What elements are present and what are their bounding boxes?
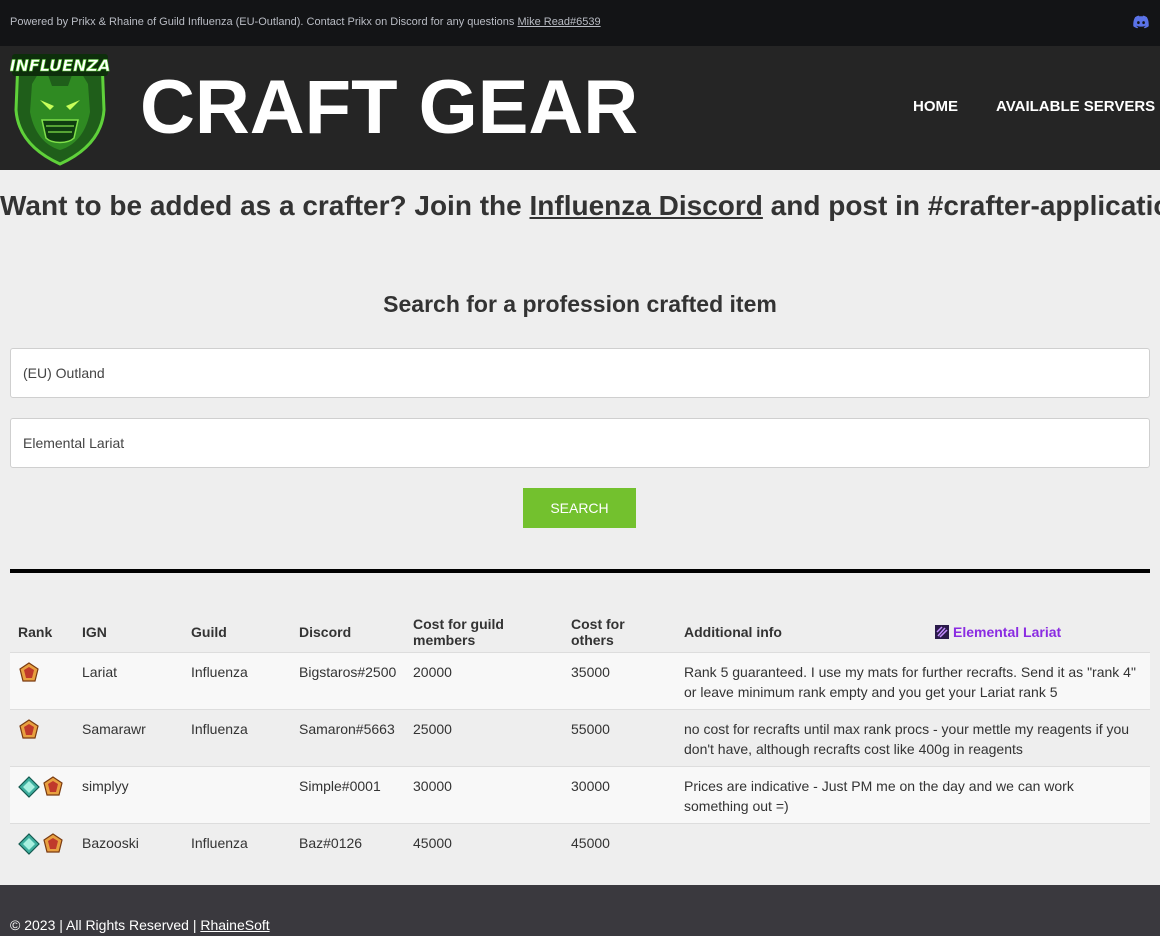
rank-5-icon (19, 661, 39, 682)
col-discord: Discord (299, 623, 352, 640)
powered-by-label: Powered by Prikx & Rhaine of Guild Influ… (10, 16, 515, 28)
rhainesoft-link[interactable]: RhaineSoft (200, 917, 269, 933)
site-title: CRAFT GEAR (140, 65, 639, 150)
cost-guild-cell: 45000 (405, 822, 563, 880)
ign-cell: simplyy (74, 765, 183, 823)
cost-others-cell: 55000 (563, 708, 676, 766)
rank-5-icon (19, 718, 39, 739)
site-footer: © 2023 | All Rights Reserved | RhaineSof… (0, 885, 1160, 936)
contact-link[interactable]: Mike Read#6539 (517, 16, 600, 28)
rank-5-icon (43, 832, 63, 853)
rank-5-icon (43, 775, 63, 796)
banner-suffix: and post in #crafter-application. (770, 190, 1160, 221)
crafters-table: Rank IGN Guild Discord Cost for guild me… (10, 612, 1150, 880)
copyright: © 2023 | All Rights Reserved | RhaineSof… (10, 917, 270, 933)
rank-cell (10, 708, 74, 766)
influenza-discord-link[interactable]: Influenza Discord (530, 190, 763, 221)
discord-cell: Bigstaros#2500 (291, 651, 405, 709)
search-button[interactable]: SEARCH (523, 488, 636, 528)
ign-cell: Bazooski (74, 822, 183, 880)
col-ign: IGN (82, 623, 107, 640)
discord-cell: Simple#0001 (291, 765, 405, 823)
top-bar: Powered by Prikx & Rhaine of Guild Influ… (0, 0, 1160, 46)
discord-cell: Samaron#5663 (291, 708, 405, 766)
cost-guild-cell: 20000 (405, 651, 563, 709)
cost-guild-cell: 30000 (405, 765, 563, 823)
guild-cell: Influenza (183, 822, 291, 880)
table-header-row: Rank IGN Guild Discord Cost for guild me… (10, 612, 1150, 652)
col-rank: Rank (18, 623, 53, 640)
section-divider (10, 569, 1150, 573)
quality-gem-icon (18, 775, 40, 798)
table-row: Lariat Influenza Bigstaros#2500 20000 35… (10, 651, 1150, 709)
rank-cell (10, 765, 74, 823)
svg-text:INFLUENZA: INFLUENZA (10, 56, 110, 75)
nav-available-servers[interactable]: AVAILABLE SERVERS (996, 98, 1155, 115)
col-additional-info: Additional info (684, 623, 782, 640)
col-guild: Guild (191, 623, 227, 640)
discord-icon[interactable] (1133, 15, 1149, 29)
ign-cell: Lariat (74, 651, 183, 709)
col-cost-guild: Cost for guild members (413, 615, 504, 648)
nav-home[interactable]: HOME (913, 98, 958, 115)
influenza-logo[interactable]: INFLUENZA (10, 50, 110, 166)
banner-prefix: Want to be added as a crafter? Join the (0, 190, 522, 221)
col-item: Elemental Lariat (935, 612, 1150, 652)
col-cost-others: Cost for others (571, 615, 625, 648)
ign-cell: Samarawr (74, 708, 183, 766)
table-row: Bazooski Influenza Baz#0126 45000 45000 (10, 822, 1150, 880)
lariat-item-icon (935, 624, 949, 639)
guild-cell: Influenza (183, 708, 291, 766)
cost-others-cell: 35000 (563, 651, 676, 709)
quality-gem-icon (18, 832, 40, 855)
cost-others-cell: 30000 (563, 765, 676, 823)
cost-guild-cell: 25000 (405, 708, 563, 766)
table-row: simplyy Simple#0001 30000 30000 Prices a… (10, 765, 1150, 823)
rank-cell (10, 651, 74, 709)
rank-cell (10, 822, 74, 880)
info-cell: Rank 5 guaranteed. I use my mats for fur… (676, 651, 1150, 709)
elemental-lariat-link[interactable]: Elemental Lariat (953, 624, 1061, 640)
item-input[interactable] (10, 418, 1150, 468)
site-header: INFLUENZA CRAFT GEAR HOME AVAILABLE SERV… (0, 46, 1160, 170)
info-cell: Prices are indicative - Just PM me on th… (676, 765, 1150, 823)
copyright-text: © 2023 | All Rights Reserved | (10, 917, 197, 933)
info-cell: no cost for recrafts until max rank proc… (676, 708, 1150, 766)
powered-by-text: Powered by Prikx & Rhaine of Guild Influ… (10, 16, 601, 28)
guild-cell (183, 765, 291, 823)
server-input[interactable] (10, 348, 1150, 398)
cost-others-cell: 45000 (563, 822, 676, 880)
table-row: Samarawr Influenza Samaron#5663 25000 55… (10, 708, 1150, 766)
discord-cell: Baz#0126 (291, 822, 405, 880)
info-cell (676, 822, 1150, 880)
guild-cell: Influenza (183, 651, 291, 709)
crafter-banner: Want to be added as a crafter? Join the … (0, 190, 1160, 222)
search-heading: Search for a profession crafted item (383, 291, 777, 317)
